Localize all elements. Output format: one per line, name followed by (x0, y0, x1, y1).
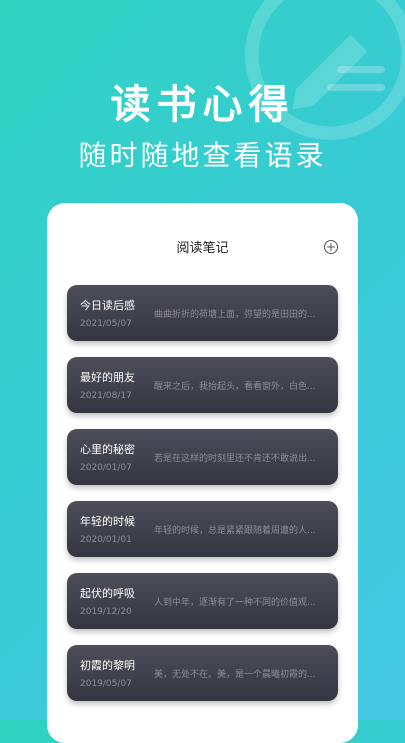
page-title: 阅读笔记 (176, 241, 229, 256)
note-title: 心里的秘密 (80, 443, 135, 456)
add-note-button[interactable]: + (324, 240, 338, 254)
note-title: 年轻的时候 (80, 515, 135, 528)
note-title: 初霞的黎明 (80, 659, 135, 672)
note-date: 2021/08/17 (80, 391, 132, 401)
hero-title: 读书心得 (110, 82, 295, 128)
note-preview: 醒来之后，我抬起头，看看窗外，白色... (154, 382, 316, 392)
hero-subtitle: 随时随地查看语录 (78, 139, 327, 172)
note-title: 起伏的呼吸 (80, 587, 135, 600)
note-preview: 人到中年，逐渐有了一种不同的价值观... (154, 598, 316, 608)
phone-screen: 阅读笔记 + 今日读后感 2021/05/07 曲曲折折的荷塘上面，弥望的是田田… (47, 203, 358, 743)
note-item[interactable]: 心里的秘密 2020/01/07 若是在这样的时刻里还不肯还不敢说出... (67, 429, 338, 485)
note-title: 最好的朋友 (80, 371, 135, 384)
note-preview: 若是在这样的时刻里还不肯还不敢说出... (154, 454, 316, 464)
note-preview: 年轻的时候，总是紧紧跟随着周遭的人... (154, 526, 316, 536)
note-item[interactable]: 最好的朋友 2021/08/17 醒来之后，我抬起头，看看窗外，白色... (67, 357, 338, 413)
notes-list: 今日读后感 2021/05/07 曲曲折折的荷塘上面，弥望的是田田的... 最好… (67, 285, 338, 717)
note-preview: 曲曲折折的荷塘上面，弥望的是田田的... (154, 310, 316, 320)
app-header: 阅读笔记 + (47, 203, 358, 287)
note-item[interactable]: 今日读后感 2021/05/07 曲曲折折的荷塘上面，弥望的是田田的... (67, 285, 338, 341)
note-date: 2020/01/07 (80, 463, 132, 473)
note-date: 2021/05/07 (80, 319, 132, 329)
note-item[interactable]: 起伏的呼吸 2019/12/20 人到中年，逐渐有了一种不同的价值观... (67, 573, 338, 629)
note-item[interactable]: 初霞的黎明 2019/05/07 美，无处不在。美，是一个晨曦初霞的... (67, 645, 338, 701)
note-date: 2019/12/20 (80, 607, 132, 617)
plus-circle-icon: + (325, 239, 337, 254)
note-date: 2019/05/07 (80, 679, 132, 689)
note-date: 2020/01/01 (80, 535, 132, 545)
note-title: 今日读后感 (80, 299, 135, 312)
note-preview: 美，无处不在。美，是一个晨曦初霞的... (154, 670, 316, 680)
note-item[interactable]: 年轻的时候 2020/01/01 年轻的时候，总是紧紧跟随着周遭的人... (67, 501, 338, 557)
